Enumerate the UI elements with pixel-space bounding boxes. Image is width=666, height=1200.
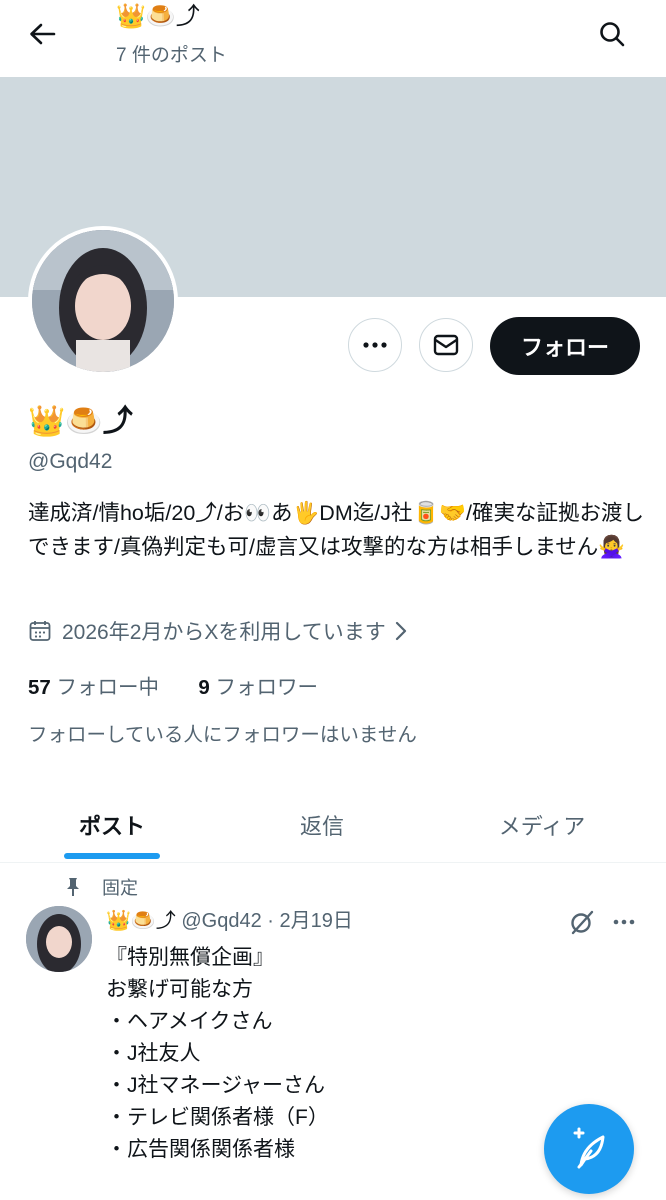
followers-count: 9 — [198, 676, 210, 699]
post-line: ・J社マネージャーさん — [106, 1074, 326, 1097]
header-display-name: 👑🍮⤴ — [116, 3, 200, 30]
post-date[interactable]: 2月19日 — [280, 910, 353, 932]
more-options-button[interactable] — [348, 318, 402, 372]
follow-button[interactable]: フォロー — [490, 317, 640, 375]
post-more-button[interactable] — [606, 906, 642, 938]
compose-icon — [573, 1127, 605, 1169]
search-icon — [600, 22, 625, 47]
top-bar — [0, 0, 666, 76]
mail-icon — [433, 334, 459, 356]
compose-button[interactable] — [544, 1104, 634, 1194]
profile-bio: 達成済/情ho垢/20⤴/お👀あ🖐DM迄/J社🥫🤝/確実な証拠お渡しできます/真… — [28, 501, 644, 559]
more-icon — [363, 342, 387, 348]
post-line: お繋げ可能な方 — [106, 978, 253, 1001]
grok-icon — [571, 910, 594, 935]
back-button[interactable] — [22, 18, 62, 50]
post-avatar-image — [26, 906, 92, 972]
active-tab-indicator — [64, 853, 160, 859]
search-button[interactable] — [592, 16, 632, 52]
grok-button[interactable] — [564, 906, 600, 938]
profile-tabs: ポスト 返信 メディア — [0, 788, 666, 863]
tab-replies[interactable]: 返信 — [250, 788, 394, 862]
pinned-label: 固定 — [102, 878, 138, 898]
header-post-count: 7 件のポスト — [116, 45, 227, 66]
post-line: 『特別無償企画』 — [106, 946, 274, 969]
more-icon — [613, 919, 635, 925]
post-author-handle[interactable]: @Gqd42 — [181, 910, 261, 932]
following-count: 57 — [28, 676, 51, 699]
avatar-image — [32, 230, 174, 372]
message-button[interactable] — [419, 318, 473, 372]
profile-avatar[interactable] — [28, 226, 178, 376]
calendar-icon — [29, 621, 51, 641]
pinned-indicator: 固定 — [64, 874, 138, 900]
mutual-followers-note: フォローしている人にフォロワーはいません — [28, 724, 417, 746]
tab-media[interactable]: メディア — [470, 788, 614, 862]
following-label: フォロー中 — [56, 676, 160, 699]
post-author-avatar[interactable] — [26, 906, 92, 972]
pin-icon — [67, 878, 79, 896]
follow-stats: 57 フォロー中 9 フォロワー — [28, 670, 318, 700]
followers-link[interactable]: 9 フォロワー — [198, 676, 318, 699]
joined-date-label: 2026年2月からXを利用しています — [62, 621, 386, 644]
profile-display-name: 👑🍮⤴ — [28, 405, 133, 438]
profile-handle: @Gqd42 — [28, 450, 113, 473]
post-line: ・J社友人 — [106, 1042, 201, 1065]
post-separator: · — [267, 910, 274, 932]
followers-label: フォロワー — [215, 676, 319, 699]
joined-date-row[interactable]: 2026年2月からXを利用しています — [28, 616, 408, 646]
chevron-right-icon — [395, 621, 406, 641]
tab-posts[interactable]: ポスト — [40, 788, 184, 862]
post-line: ・ヘアメイクさん — [106, 1010, 273, 1033]
post-author-name[interactable]: 👑🍮⤴ — [106, 910, 176, 932]
post-header: 👑🍮⤴ @Gqd42 · 2月19日 — [106, 906, 353, 936]
back-arrow-icon — [30, 23, 56, 45]
following-link[interactable]: 57 フォロー中 — [28, 676, 159, 699]
